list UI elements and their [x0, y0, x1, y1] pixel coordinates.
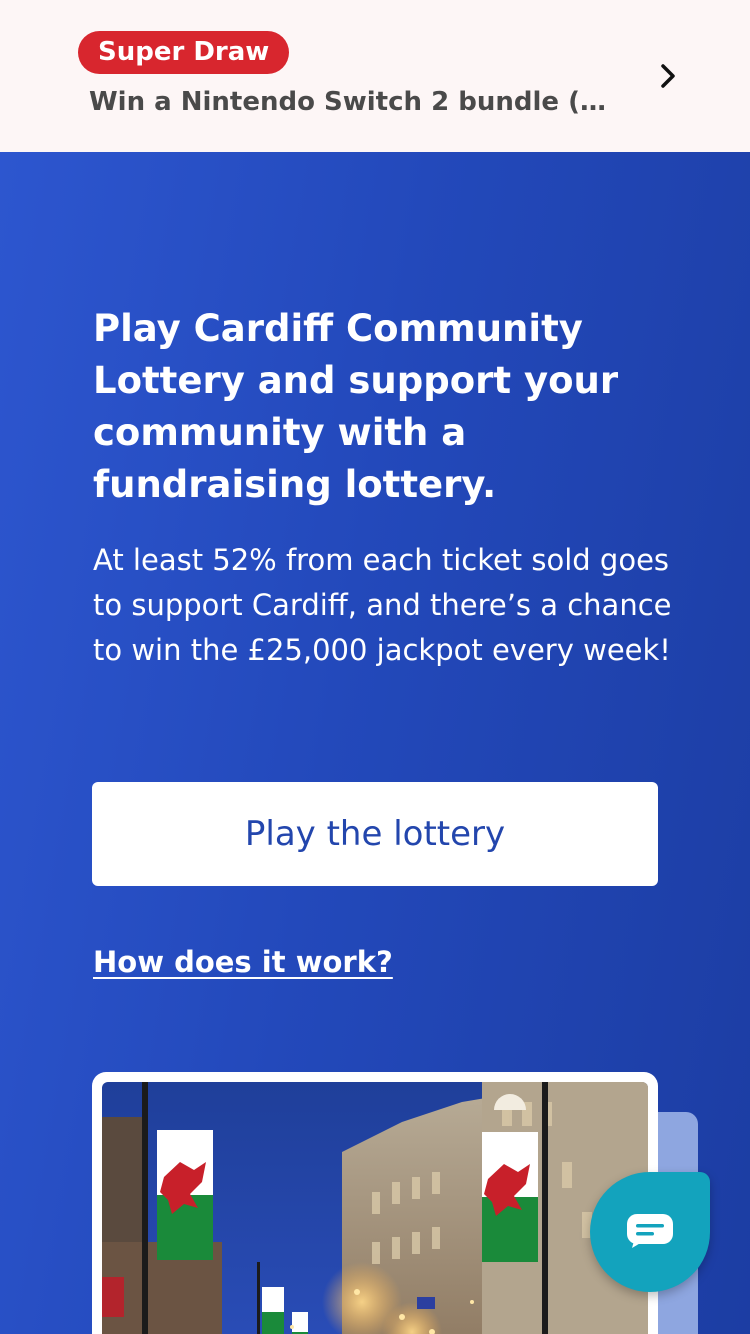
- play-lottery-button[interactable]: Play the lottery: [92, 782, 658, 886]
- promo-badge: Super Draw: [78, 31, 290, 74]
- promo-text[interactable]: Win a Nintendo Switch 2 bundle (or c…: [89, 84, 619, 120]
- chat-bubble-icon: [627, 1214, 673, 1248]
- cardiff-street-photo: [102, 1082, 648, 1334]
- how-does-it-work-link[interactable]: How does it work?: [93, 945, 393, 979]
- hero-description: At least 52% from each ticket sold goes …: [93, 543, 672, 667]
- chevron-right-icon[interactable]: [656, 63, 680, 89]
- photo-card: [92, 1072, 658, 1334]
- chat-button[interactable]: [590, 1172, 710, 1292]
- promo-banner[interactable]: Super Draw Win a Nintendo Switch 2 bundl…: [0, 0, 750, 152]
- hero-section: Play Cardiff Community Lottery and suppo…: [0, 152, 750, 1334]
- hero-title: Play Cardiff Community Lottery and suppo…: [93, 307, 619, 506]
